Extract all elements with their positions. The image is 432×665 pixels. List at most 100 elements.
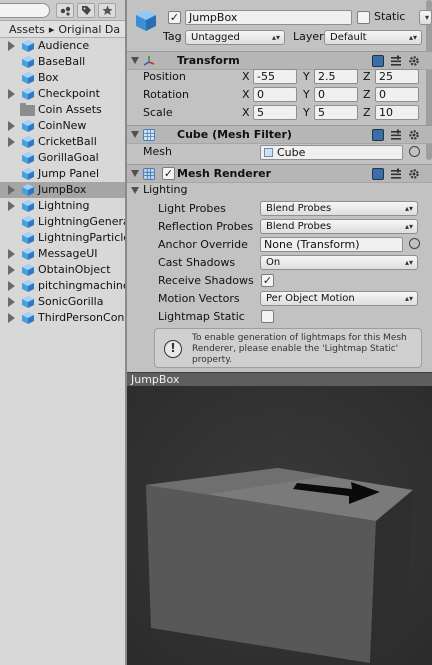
lightmap-info-box: ! To enable generation of lightmaps for … (154, 328, 422, 368)
transform-header[interactable]: Transform (127, 51, 432, 70)
position-z-field[interactable]: 25 (375, 69, 419, 84)
receive-shadows-label: Receive Shadows (158, 274, 254, 287)
preview-header[interactable]: JumpBox (127, 372, 432, 386)
prefab-cube-icon (22, 216, 34, 228)
foldout-arrow-icon[interactable] (8, 185, 15, 195)
foldout-arrow-icon[interactable] (8, 249, 15, 259)
help-icon[interactable] (372, 55, 384, 67)
asset-item[interactable]: JumpBox (0, 182, 125, 198)
prefab-cube-icon (22, 200, 34, 212)
object-picker-icon[interactable] (409, 238, 420, 249)
tag-icon[interactable] (77, 3, 95, 18)
foldout-arrow-icon[interactable] (131, 57, 139, 64)
gear-icon[interactable] (408, 129, 420, 141)
lock-icon[interactable] (56, 3, 74, 18)
asset-item[interactable]: Lightning (0, 198, 125, 214)
asset-item[interactable]: SonicGorilla (0, 294, 125, 310)
position-x-field[interactable]: -55 (253, 69, 297, 84)
star-icon[interactable] (98, 3, 116, 18)
asset-item[interactable]: Jump Panel (0, 166, 125, 182)
project-toolbar (0, 0, 125, 21)
search-input[interactable] (0, 3, 50, 18)
lighting-section-label[interactable]: Lighting (143, 183, 187, 197)
asset-item[interactable]: Checkpoint (0, 86, 125, 102)
asset-item[interactable]: ThirdPersonCon (0, 310, 125, 326)
asset-item[interactable]: Audience (0, 38, 125, 54)
help-icon[interactable] (372, 168, 384, 180)
tag-dropdown[interactable]: Untagged ▴▾ (185, 30, 285, 45)
foldout-arrow-icon[interactable] (8, 121, 15, 131)
preset-icon[interactable] (390, 129, 402, 141)
preset-icon[interactable] (390, 168, 402, 180)
cast-shadows-label: Cast Shadows (158, 256, 236, 269)
mesh-field[interactable]: Cube (260, 145, 403, 160)
rotation-y-field[interactable]: 0 (314, 87, 358, 102)
preview-viewport[interactable] (127, 386, 432, 665)
receive-shadows-checkbox[interactable]: ✓ (261, 274, 274, 287)
asset-item[interactable]: pitchingmachine (0, 278, 125, 294)
foldout-arrow-icon[interactable] (8, 137, 15, 147)
info-icon: ! (164, 340, 182, 358)
mesh-renderer-header[interactable]: ✓ Mesh Renderer (127, 164, 432, 183)
layer-value: Default (330, 32, 367, 43)
foldout-arrow-icon[interactable] (8, 89, 15, 99)
mesh-filter-header[interactable]: Cube (Mesh Filter) (127, 125, 432, 144)
foldout-arrow-icon[interactable] (8, 41, 15, 51)
breadcrumb-assets[interactable]: Assets (0, 21, 45, 37)
scale-z-field[interactable]: 10 (375, 105, 419, 120)
lightmap-static-label: Lightmap Static (158, 310, 245, 323)
foldout-arrow-icon[interactable] (8, 297, 15, 307)
asset-item[interactable]: LightningParticle (0, 230, 125, 246)
foldout-arrow-icon[interactable] (8, 313, 15, 323)
foldout-arrow-icon[interactable] (131, 131, 139, 138)
asset-label: Jump Panel (38, 167, 100, 180)
gear-icon[interactable] (408, 168, 420, 180)
position-y-field[interactable]: 2.5 (314, 69, 358, 84)
scale-y-field[interactable]: 5 (314, 105, 358, 120)
asset-item[interactable]: Box (0, 70, 125, 86)
lighting-foldout-icon[interactable] (131, 187, 139, 194)
light-probes-dropdown[interactable]: Blend Probes ▴▾ (260, 201, 418, 216)
foldout-arrow-icon[interactable] (8, 265, 15, 275)
asset-item[interactable]: MessageUI (0, 246, 125, 262)
prefab-cube-icon (22, 152, 34, 164)
object-name-field[interactable]: JumpBox (185, 10, 352, 25)
reflection-probes-dropdown[interactable]: Blend Probes ▴▾ (260, 219, 418, 234)
layer-dropdown[interactable]: Default ▴▾ (324, 30, 422, 45)
static-checkbox[interactable] (357, 11, 370, 24)
lightmap-static-checkbox[interactable] (261, 310, 274, 323)
asset-label: ObtainObject (38, 263, 111, 276)
asset-label: CricketBall (38, 135, 97, 148)
object-picker-icon[interactable] (409, 146, 420, 157)
asset-label: Checkpoint (38, 87, 100, 100)
asset-item[interactable]: CoinNew (0, 118, 125, 134)
asset-label: SonicGorilla (38, 295, 104, 308)
mesh-renderer-enabled-checkbox[interactable]: ✓ (162, 167, 175, 180)
gear-icon[interactable] (408, 55, 420, 67)
asset-item[interactable]: ObtainObject (0, 262, 125, 278)
asset-item[interactable]: Coin Assets (0, 102, 125, 118)
scale-z-label: Z (363, 106, 371, 119)
static-dropdown[interactable]: ▾ (419, 10, 432, 25)
anchor-override-field[interactable]: None (Transform) (260, 237, 403, 252)
rotation-z-field[interactable]: 0 (375, 87, 419, 102)
asset-item[interactable]: CricketBall (0, 134, 125, 150)
scale-x-field[interactable]: 5 (253, 105, 297, 120)
object-active-checkbox[interactable]: ✓ (168, 11, 181, 24)
cast-shadows-dropdown[interactable]: On ▴▾ (260, 255, 418, 270)
foldout-arrow-icon[interactable] (8, 281, 15, 291)
asset-item[interactable]: LightningGenera (0, 214, 125, 230)
prefab-cube-icon (22, 120, 34, 132)
preset-icon[interactable] (390, 55, 402, 67)
asset-label: Audience (38, 39, 90, 52)
foldout-arrow-icon[interactable] (8, 201, 15, 211)
asset-item[interactable]: GorillaGoal (0, 150, 125, 166)
prefab-cube-icon (22, 280, 34, 292)
breadcrumb-folder[interactable]: Original Da (58, 21, 120, 37)
motion-vectors-dropdown[interactable]: Per Object Motion ▴▾ (260, 291, 418, 306)
rotation-x-field[interactable]: 0 (253, 87, 297, 102)
foldout-arrow-icon[interactable] (131, 170, 139, 177)
folder-icon (20, 103, 35, 116)
asset-item[interactable]: BaseBall (0, 54, 125, 70)
help-icon[interactable] (372, 129, 384, 141)
